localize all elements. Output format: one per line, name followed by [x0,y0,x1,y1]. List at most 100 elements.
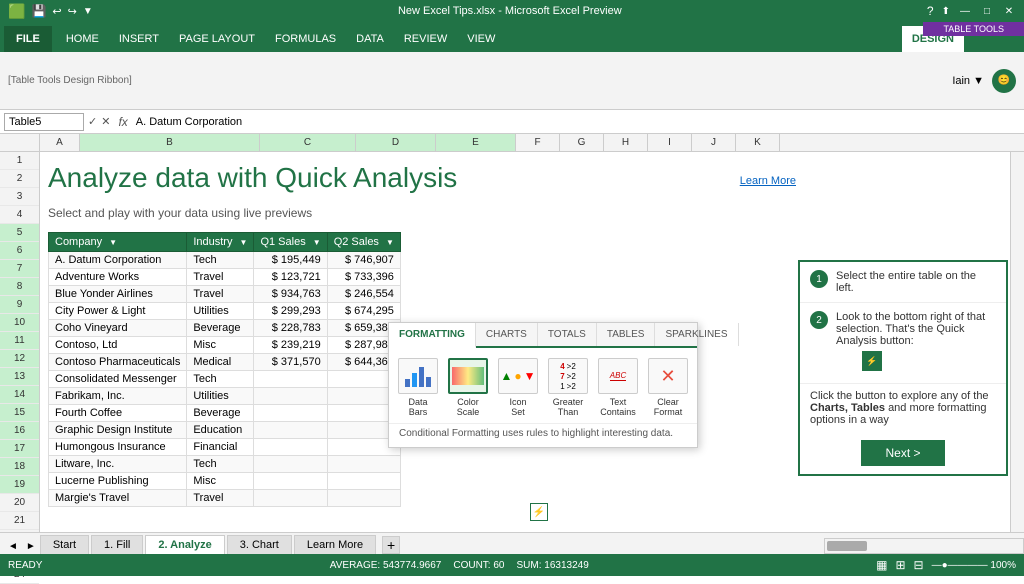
sheet-tabs: ◄ ► Start 1. Fill 2. Analyze 3. Chart Le… [0,532,1024,554]
next-sheet-btn[interactable]: ► [22,539,40,554]
qa-textcontains-label: TextContains [600,397,636,417]
tab-formulas[interactable]: FORMULAS [265,26,346,52]
table-cell: Beverage [187,405,254,422]
col-j[interactable]: J [692,134,736,151]
qa-icon-databars[interactable]: DataBars [397,358,439,417]
quick-access-save[interactable]: 💾 [31,4,46,18]
table-row: A. Datum CorporationTech$ 195,449$ 746,9… [49,252,401,269]
info-step-2: 2 Look to the bottom right of that selec… [800,303,1006,384]
help-icon[interactable]: ? [927,4,934,18]
company-dropdown-icon[interactable]: ▼ [109,238,117,247]
info-step-1: 1 Select the entire table on the left. [800,262,1006,303]
title-bar: 🟩 💾 ↩ ↪ ▼ New Excel Tips.xlsx - Microsof… [0,0,1024,22]
row-15: 15 [0,404,39,422]
qa-icon-greaterthan-box: 4>2 7>2 1>2 [548,358,588,394]
close-icon[interactable]: ✕ [1002,4,1016,18]
info-panel: 1 Select the entire table on the left. 2… [798,260,1008,476]
row-6: 6 [0,242,39,260]
sheet-tab-fill[interactable]: 1. Fill [91,535,143,554]
greaterthan-visual: 4>2 7>2 1>2 [560,362,576,391]
table-cell [254,473,327,490]
formula-bar-check[interactable]: ✓ [88,115,97,128]
qa-icon-greaterthan[interactable]: 4>2 7>2 1>2 GreaterThan [547,358,589,417]
col-e[interactable]: E [436,134,516,151]
quick-access-redo[interactable]: ↪ [68,5,77,18]
qa-tab-sparklines[interactable]: SPARKLINES [655,323,738,346]
quick-access-customize[interactable]: ▼ [83,6,93,17]
tab-view[interactable]: VIEW [457,26,505,52]
learn-more-link[interactable]: Learn More [740,175,796,187]
normal-view-icon[interactable]: ▦ [876,558,887,572]
sheet-tab-learnmore[interactable]: Learn More [294,535,376,554]
name-box[interactable] [4,113,84,131]
table-row: Fabrikam, Inc.Utilities [49,388,401,405]
table-cell: Utilities [187,388,254,405]
quick-access-undo[interactable]: ↩ [52,5,61,18]
col-b[interactable]: B [80,134,260,151]
col-d[interactable]: D [356,134,436,151]
status-left: READY [8,560,42,571]
table-cell: $ 228,783 [254,320,327,337]
zoom-slider[interactable]: —●———— 100% [932,560,1016,571]
row-headers: 1 2 3 4 5 6 7 8 9 10 11 12 13 14 15 16 1… [0,152,40,532]
column-headers: A B C D E F G H I J K [0,134,1024,152]
tab-data[interactable]: DATA [346,26,394,52]
row-14: 14 [0,386,39,404]
page-layout-icon[interactable]: ⊞ [895,558,905,572]
q2-dropdown-icon[interactable]: ▼ [386,238,394,247]
next-button[interactable]: Next > [861,440,944,466]
sheet-tab-analyze[interactable]: 2. Analyze [145,535,224,554]
maximize-icon[interactable]: □ [980,4,994,18]
qa-tab-charts[interactable]: CHARTS [476,323,538,346]
user-avatar: 😊 [992,69,1016,93]
col-c[interactable]: C [260,134,356,151]
table-header-q2: Q2 Sales ▼ [327,233,400,252]
table-cell: $ 674,295 [327,303,400,320]
quick-analysis-trigger[interactable]: ⚡ [530,503,548,521]
col-h[interactable]: H [604,134,648,151]
table-header-company: Company ▼ [49,233,187,252]
horizontal-scrollbar[interactable] [824,538,1024,554]
industry-dropdown-icon[interactable]: ▼ [240,238,248,247]
prev-sheet-btn[interactable]: ◄ [4,539,22,554]
qa-tab-tables[interactable]: TABLES [597,323,656,346]
scroll-thumb[interactable] [827,541,867,551]
qa-icon-grid: DataBars ColorScale ▲ ● ▼ [389,348,697,423]
quick-analysis-button-preview: ⚡ [862,351,882,371]
sheet-tab-chart[interactable]: 3. Chart [227,535,292,554]
minimize-icon[interactable]: — [958,4,972,18]
col-a[interactable]: A [40,134,80,151]
qa-icon-clearformat[interactable]: ✕ ClearFormat [647,358,689,417]
tab-home[interactable]: HOME [56,26,109,52]
table-cell: Travel [187,286,254,303]
qa-tab-totals[interactable]: TOTALS [538,323,597,346]
add-sheet-button[interactable]: + [382,536,400,554]
qa-tab-formatting[interactable]: FORMATTING [389,323,476,348]
page-break-icon[interactable]: ⊟ [914,558,924,572]
row-7: 7 [0,260,39,278]
tab-review[interactable]: REVIEW [394,26,457,52]
vertical-scrollbar[interactable] [1010,152,1024,532]
sheet-tab-start[interactable]: Start [40,535,89,554]
q1-dropdown-icon[interactable]: ▼ [313,238,321,247]
row-12: 12 [0,350,39,368]
table-cell: Travel [187,269,254,286]
table-row: Consolidated MessengerTech [49,371,401,388]
tab-insert[interactable]: INSERT [109,26,169,52]
qa-icon-colorscale[interactable]: ColorScale [447,358,489,417]
qa-icon-iconset[interactable]: ▲ ● ▼ IconSet [497,358,539,417]
formula-bar-cancel[interactable]: ✕ [101,115,110,128]
title-bar-controls: ? ⬆ — □ ✕ [927,4,1016,18]
table-cell: Blue Yonder Airlines [49,286,187,303]
col-i[interactable]: I [648,134,692,151]
col-g[interactable]: G [560,134,604,151]
col-k[interactable]: K [736,134,780,151]
row-20: 20 [0,494,39,512]
qa-icon-textcontains[interactable]: ABC TextContains [597,358,639,417]
tab-file[interactable]: FILE [4,26,52,52]
col-f[interactable]: F [516,134,560,151]
tab-page-layout[interactable]: PAGE LAYOUT [169,26,265,52]
table-header-q1: Q1 Sales ▼ [254,233,327,252]
formula-bar: ✓ ✕ fx A. Datum Corporation [0,110,1024,134]
ribbon-collapse-icon[interactable]: ⬆ [942,6,950,17]
